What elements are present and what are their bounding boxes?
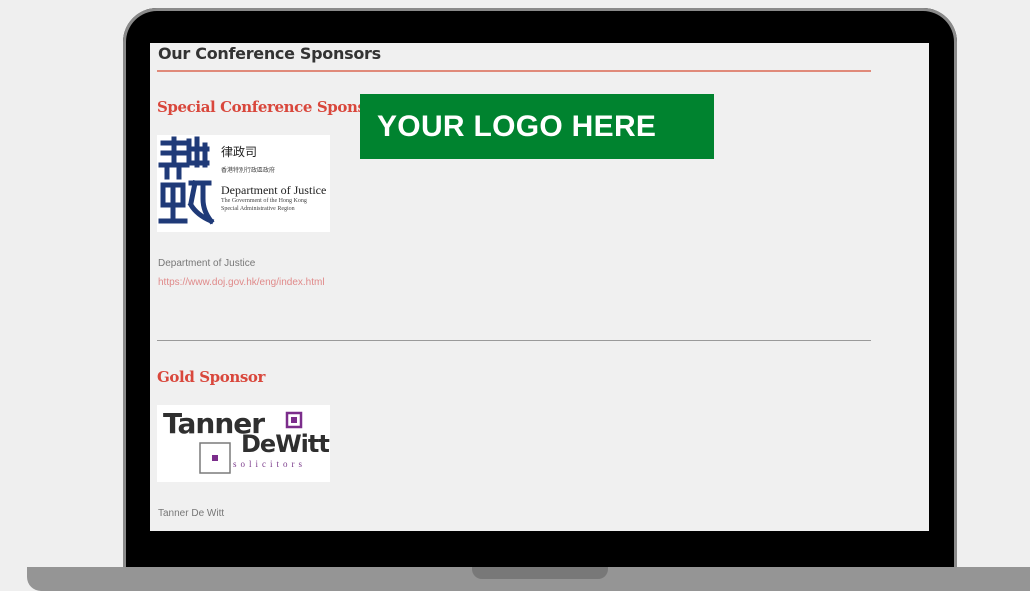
doj-subtitle-line1: The Government of the Hong Kong: [221, 198, 307, 204]
tanner-sponsor-name: Tanner De Witt: [158, 508, 225, 519]
doj-sponsor-name: Department of Justice: [158, 258, 256, 269]
special-sponsor-title: Special Conference Sponsor: [157, 98, 383, 116]
section-divider: [157, 340, 871, 341]
square-mark-icon: [199, 411, 303, 474]
doj-seal-icon: [158, 136, 215, 225]
doj-logo[interactable]: 律政司 香港特別行政區政府 Department of Justice The …: [157, 135, 330, 232]
doj-chinese-name: 律政司: [221, 145, 258, 159]
tanner-dewitt-logo[interactable]: Tanner DeWitt solicitors: [157, 405, 330, 482]
gold-sponsor-title: Gold Sponsor: [157, 368, 266, 386]
doj-sponsor-link[interactable]: https://www.doj.gov.hk/eng/index.html: [158, 277, 325, 288]
heading-underline: [157, 70, 871, 72]
page-title: Our Conference Sponsors: [158, 44, 381, 63]
doj-subtitle-line2: Special Administrative Region: [221, 206, 295, 212]
doj-english-name: Department of Justice: [221, 183, 327, 197]
laptop-notch: [472, 567, 608, 579]
doj-chinese-subtitle: 香港特別行政區政府: [221, 168, 276, 174]
your-logo-badge: YOUR LOGO HERE: [360, 94, 714, 159]
